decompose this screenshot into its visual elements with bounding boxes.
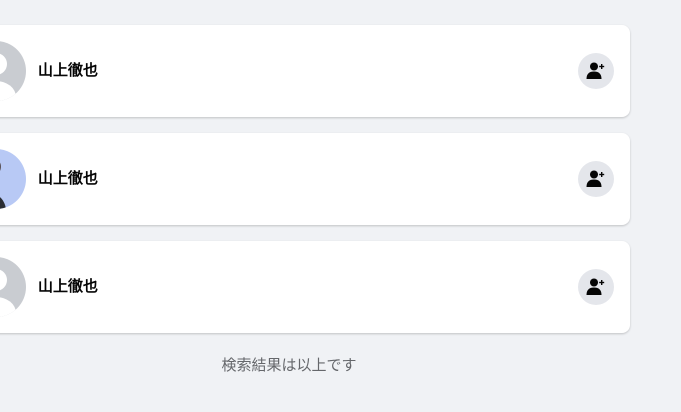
add-friend-button[interactable] xyxy=(578,53,614,89)
person-add-icon xyxy=(586,170,605,187)
person-add-icon xyxy=(586,62,605,79)
result-name[interactable]: 山上徹也 xyxy=(38,61,98,81)
profile-photo-avatar[interactable] xyxy=(0,149,26,209)
person-add-icon xyxy=(586,278,605,295)
result-card[interactable]: 山上徹也 xyxy=(0,25,630,117)
result-name[interactable]: 山上徹也 xyxy=(38,277,98,297)
add-friend-button[interactable] xyxy=(578,161,614,197)
result-card[interactable]: 山上徹也 xyxy=(0,241,630,333)
result-name[interactable]: 山上徹也 xyxy=(38,169,98,189)
default-avatar-icon[interactable] xyxy=(0,41,26,101)
result-card[interactable]: 山上徹也 xyxy=(0,133,630,225)
search-results-list: 山上徹也 山上徹也 山上徹也 検索結果は以上です xyxy=(0,0,681,412)
end-of-results-text: 検索結果は以上です xyxy=(221,357,357,374)
default-avatar-icon[interactable] xyxy=(0,257,26,317)
add-friend-button[interactable] xyxy=(578,269,614,305)
